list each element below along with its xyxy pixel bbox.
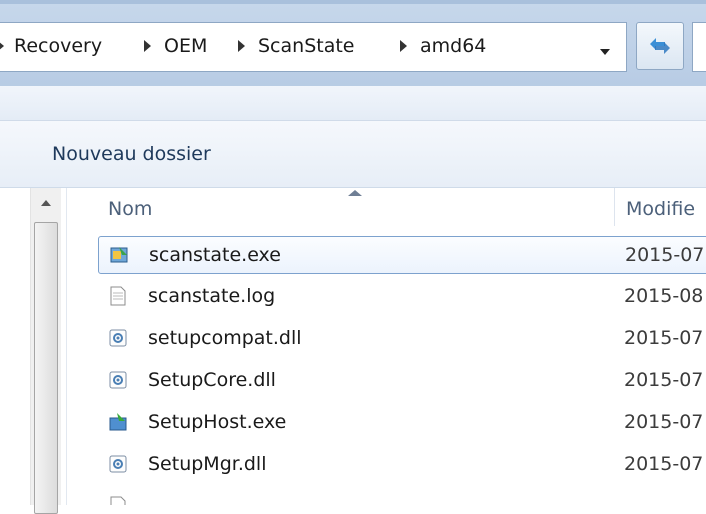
text-file-icon (110, 496, 126, 505)
menu-bar (0, 86, 706, 121)
address-dropdown-icon[interactable] (600, 49, 610, 55)
search-box[interactable] (692, 22, 706, 72)
navigation-scrollbar[interactable] (30, 188, 61, 514)
setup-exe-icon (109, 413, 127, 431)
address-bar[interactable]: Recovery OEM ScanState amd64 (0, 22, 627, 72)
file-row[interactable]: scanstate.exe 2015-07 (98, 236, 706, 274)
file-name: setupcompat.dll (148, 327, 302, 349)
exe-app-icon (110, 247, 128, 263)
text-file-icon (110, 286, 126, 306)
column-header-name[interactable]: Nom (108, 198, 152, 220)
file-date: 2015-07 (624, 453, 704, 475)
file-row[interactable]: SetupMgr.dll 2015-07 (98, 446, 706, 482)
file-date: 2015-07 (624, 369, 704, 391)
file-row[interactable]: scanstate.log 2015-08 (98, 278, 706, 314)
scrollbar-thumb[interactable] (34, 222, 58, 514)
breadcrumb-separator-icon[interactable] (400, 40, 407, 52)
breadcrumb-oem[interactable]: OEM (164, 35, 207, 57)
refresh-button[interactable] (636, 22, 684, 70)
file-row[interactable]: setupcompat.dll 2015-07 (98, 320, 706, 356)
file-name: scanstate.log (148, 285, 276, 307)
navigation-pane (0, 188, 67, 514)
file-date: 2015-08 (624, 285, 704, 307)
dll-file-icon (109, 455, 127, 473)
file-date: 2015-07 (625, 244, 705, 266)
dll-file-icon (109, 329, 127, 347)
content-area: Nom Modifie scanstate.exe 2015-07 scanst… (0, 188, 706, 514)
breadcrumb-amd64[interactable]: amd64 (420, 35, 486, 57)
file-row[interactable]: SetupCore.dll 2015-07 (98, 362, 706, 398)
breadcrumb-scanstate[interactable]: ScanState (258, 35, 354, 57)
column-divider[interactable] (614, 188, 615, 226)
file-date: 2015-07 (624, 327, 704, 349)
breadcrumb-separator-icon[interactable] (238, 40, 245, 52)
new-folder-button[interactable]: Nouveau dossier (52, 143, 211, 165)
column-header-date[interactable]: Modifie (626, 198, 695, 220)
dll-file-icon (109, 371, 127, 389)
file-name: SetupMgr.dll (148, 453, 267, 475)
file-row[interactable]: SetupHost.exe 2015-07 (98, 404, 706, 440)
file-date: 2015-07 (624, 411, 704, 433)
breadcrumb-separator-icon[interactable] (0, 40, 4, 52)
file-name: SetupCore.dll (148, 369, 276, 391)
sort-ascending-icon (348, 190, 362, 196)
file-name: scanstate.exe (149, 244, 281, 266)
file-name: SetupHost.exe (148, 411, 287, 433)
breadcrumb-separator-icon[interactable] (144, 40, 151, 52)
address-bar-strip: Recovery OEM ScanState amd64 (0, 0, 706, 90)
file-row-partial[interactable] (98, 488, 706, 505)
scroll-up-icon[interactable] (41, 200, 51, 206)
breadcrumb-recovery[interactable]: Recovery (14, 35, 102, 57)
refresh-icon (650, 38, 670, 54)
command-toolbar: Nouveau dossier (0, 121, 706, 188)
